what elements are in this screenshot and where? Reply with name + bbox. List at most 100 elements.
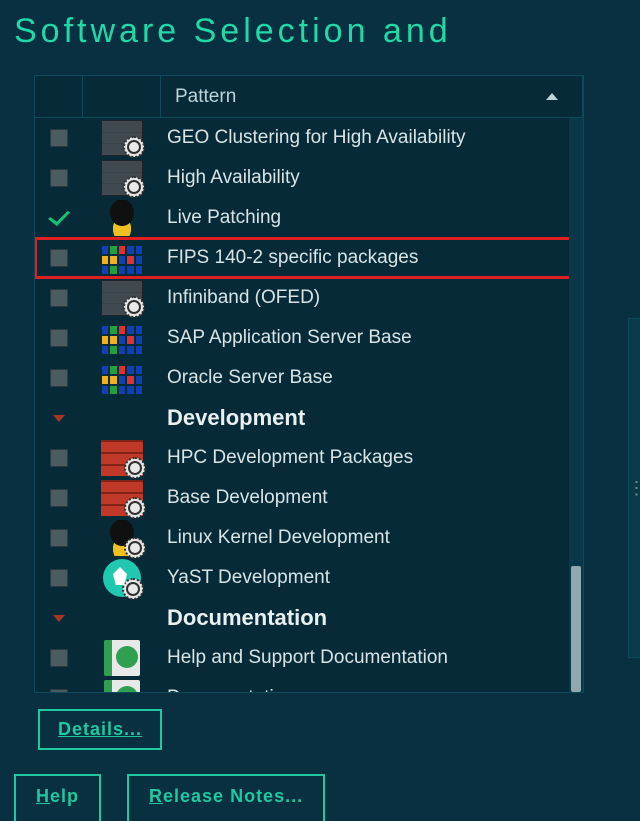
- checkbox-cell[interactable]: [35, 369, 83, 387]
- details-button[interactable]: Details...: [38, 709, 162, 750]
- icon-cell: [83, 280, 161, 316]
- checkbox-cell[interactable]: [35, 169, 83, 187]
- section-header[interactable]: Development: [35, 398, 583, 438]
- bottom-bar: Help Release Notes...: [14, 774, 325, 821]
- pattern-checkbox[interactable]: [50, 129, 68, 147]
- pattern-label: Base Development: [167, 487, 328, 509]
- pixels-icon: [102, 246, 142, 274]
- label-cell: Live Patching: [161, 207, 583, 229]
- release-rest: elease Notes...: [163, 786, 303, 806]
- gear-icon: [123, 579, 143, 599]
- scrollbar[interactable]: [569, 118, 583, 692]
- checkbox-cell[interactable]: [35, 129, 83, 147]
- header-checkbox-col[interactable]: [35, 76, 83, 117]
- tux-icon: [101, 520, 143, 556]
- label-cell: GEO Clustering for High Availability: [161, 127, 583, 149]
- pattern-label: FIPS 140-2 specific packages: [167, 247, 418, 269]
- side-panel-edge: ⋮: [628, 318, 640, 658]
- icon-cell: [83, 559, 161, 597]
- icon-cell: [83, 440, 161, 476]
- label-cell: Documentation: [161, 605, 583, 631]
- checkbox-cell[interactable]: [35, 489, 83, 507]
- book-icon: [104, 640, 140, 676]
- server-icon: [101, 160, 143, 196]
- checkbox-cell[interactable]: [35, 689, 83, 692]
- label-cell: Development: [161, 405, 583, 431]
- pattern-checkbox[interactable]: [50, 689, 68, 692]
- release-notes-button[interactable]: Release Notes...: [127, 774, 325, 821]
- pattern-row[interactable]: Oracle Server Base: [35, 358, 583, 398]
- checkbox-cell[interactable]: [35, 649, 83, 667]
- bricks-icon: [101, 440, 143, 476]
- checkbox-cell[interactable]: [35, 249, 83, 267]
- pattern-label: GEO Clustering for High Availability: [167, 127, 466, 149]
- pattern-row[interactable]: High Availability: [35, 158, 583, 198]
- release-mnemonic: R: [149, 786, 163, 806]
- icon-cell: [83, 120, 161, 156]
- pattern-checkbox[interactable]: [50, 329, 68, 347]
- pattern-checkbox[interactable]: [50, 529, 68, 547]
- label-cell: Help and Support Documentation: [161, 647, 583, 669]
- pattern-checkbox[interactable]: [50, 489, 68, 507]
- section-header[interactable]: Documentation: [35, 598, 583, 638]
- pattern-label: Live Patching: [167, 207, 281, 229]
- checkbox-cell[interactable]: [35, 415, 83, 422]
- pattern-row[interactable]: Live Patching: [35, 198, 583, 238]
- checkbox-cell[interactable]: [35, 329, 83, 347]
- icon-cell: [83, 160, 161, 196]
- pattern-label: SAP Application Server Base: [167, 327, 412, 349]
- checkbox-cell[interactable]: [35, 289, 83, 307]
- checkbox-cell[interactable]: [35, 529, 83, 547]
- icon-cell: [83, 242, 161, 274]
- pattern-checkbox[interactable]: [50, 449, 68, 467]
- pattern-label: Infiniband (OFED): [167, 287, 320, 309]
- header-icon-col[interactable]: [83, 76, 161, 117]
- section-label: Development: [167, 405, 305, 431]
- pattern-checkbox[interactable]: [50, 169, 68, 187]
- pattern-row[interactable]: Linux Kernel Development: [35, 518, 583, 558]
- pattern-row[interactable]: YaST Development: [35, 558, 583, 598]
- pattern-list-area: GEO Clustering for High Availability High…: [35, 118, 583, 692]
- pattern-row[interactable]: SAP Application Server Base: [35, 318, 583, 358]
- checkbox-cell[interactable]: [35, 209, 83, 227]
- checkbox-cell[interactable]: [35, 449, 83, 467]
- checkbox-cell[interactable]: [35, 615, 83, 622]
- gear-icon: [125, 538, 145, 558]
- label-cell: YaST Development: [161, 567, 583, 589]
- label-cell: SAP Application Server Base: [161, 327, 583, 349]
- pattern-label: Oracle Server Base: [167, 367, 333, 389]
- pattern-checkbox[interactable]: [48, 209, 70, 227]
- pattern-row[interactable]: GEO Clustering for High Availability: [35, 118, 583, 158]
- header-pattern-col[interactable]: Pattern: [161, 76, 583, 117]
- gear-icon: [125, 498, 145, 518]
- pattern-checkbox[interactable]: [50, 649, 68, 667]
- label-cell: High Availability: [161, 167, 583, 189]
- scroll-thumb[interactable]: [571, 566, 581, 692]
- section-label: Documentation: [167, 605, 327, 631]
- checkbox-cell[interactable]: [35, 569, 83, 587]
- label-cell: HPC Development Packages: [161, 447, 583, 469]
- drag-handle-icon[interactable]: ⋮: [628, 485, 640, 491]
- pattern-row[interactable]: Base Development: [35, 478, 583, 518]
- label-cell: Infiniband (OFED): [161, 287, 583, 309]
- pattern-row[interactable]: Infiniband (OFED): [35, 278, 583, 318]
- sort-caret-icon: [546, 93, 558, 100]
- pattern-row[interactable]: FIPS 140-2 specific packages: [35, 238, 583, 278]
- pattern-checkbox[interactable]: [50, 569, 68, 587]
- icon-cell: [83, 520, 161, 556]
- pattern-checkbox[interactable]: [50, 369, 68, 387]
- pattern-checkbox[interactable]: [50, 249, 68, 267]
- help-button[interactable]: Help: [14, 774, 101, 821]
- pattern-label: HPC Development Packages: [167, 447, 413, 469]
- collapse-caret-icon: [53, 615, 65, 622]
- pattern-row[interactable]: Documentation: [35, 678, 583, 692]
- label-cell: Base Development: [161, 487, 583, 509]
- pattern-checkbox[interactable]: [50, 289, 68, 307]
- pattern-row[interactable]: HPC Development Packages: [35, 438, 583, 478]
- pattern-row[interactable]: Help and Support Documentation: [35, 638, 583, 678]
- pattern-panel: Pattern GEO Clustering for High Availabi…: [34, 75, 584, 693]
- server-icon: [101, 120, 143, 156]
- help-rest: elp: [50, 786, 79, 806]
- pattern-label: Documentation: [167, 687, 295, 692]
- pattern-list[interactable]: GEO Clustering for High Availability High…: [35, 118, 583, 692]
